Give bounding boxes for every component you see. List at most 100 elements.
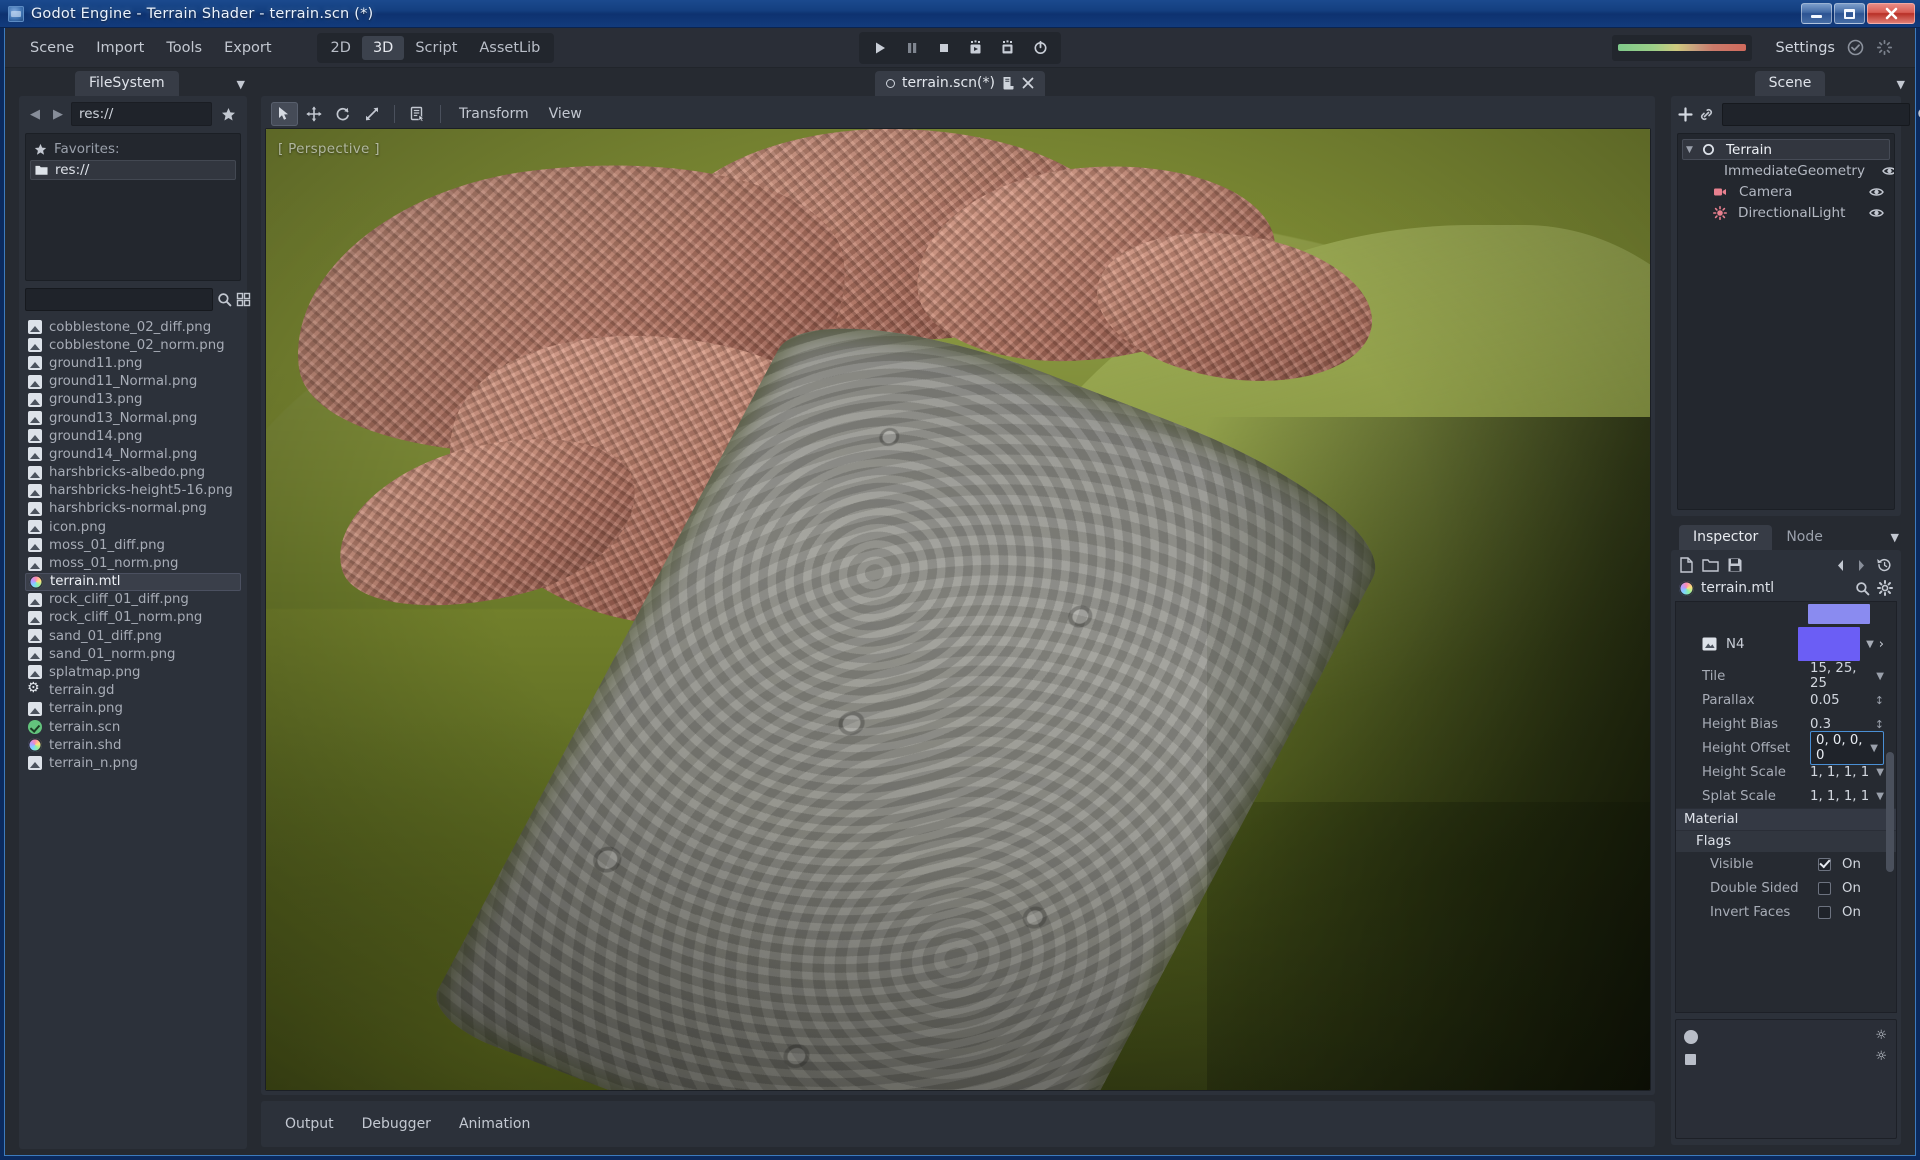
menu-import[interactable]: Import (85, 35, 155, 61)
add-node-button[interactable] (1677, 102, 1694, 126)
new-file-icon[interactable] (1679, 557, 1694, 573)
mode-button-assetlib[interactable]: AssetLib (468, 36, 551, 60)
cube-preview-icon[interactable] (1685, 1054, 1696, 1065)
flag-row[interactable]: Double Sided On (1676, 876, 1896, 900)
bottom-tab-debugger[interactable]: Debugger (350, 1110, 443, 1138)
texture-slot-dropdown-icon[interactable]: ▼ (1866, 639, 1874, 650)
file-list-item[interactable]: cobblestone_02_norm.png (25, 336, 241, 354)
bottom-tab-animation[interactable]: Animation (447, 1110, 542, 1138)
texture-slot-row[interactable]: N4 ▼ › (1676, 624, 1896, 664)
property-value[interactable]: 1, 1, 1, 1 ▼ (1810, 765, 1884, 780)
gear-icon[interactable] (1877, 580, 1893, 596)
visibility-toggle-icon[interactable] (1882, 165, 1895, 177)
property-section-header[interactable]: Flags (1676, 830, 1896, 852)
file-list-item[interactable]: sand_01_norm.png (25, 645, 241, 663)
select-tool[interactable] (271, 102, 298, 126)
spinner-icon[interactable]: ↕ (1875, 694, 1884, 707)
file-list-item[interactable]: moss_01_diff.png (25, 536, 241, 554)
file-list-item[interactable]: terrain_n.png (25, 754, 241, 772)
chevron-left-icon[interactable] (1834, 558, 1847, 573)
file-list-item[interactable]: cobblestone_02_diff.png (25, 318, 241, 336)
texture-slot-swatch[interactable] (1798, 627, 1861, 661)
file-list-item[interactable]: terrain.gd (25, 681, 241, 700)
property-row[interactable]: Height Offset 0, 0, 0, 0 ▼ (1676, 731, 1896, 765)
maximize-button[interactable] (1834, 3, 1865, 24)
property-value[interactable]: 15, 25, 25 ▼ (1810, 661, 1884, 691)
file-list-item[interactable]: ground11_Normal.png (25, 373, 241, 391)
property-row[interactable]: Tile 15, 25, 25 ▼ (1676, 661, 1896, 691)
scene-tab-terrain[interactable]: terrain.scn(*) (875, 71, 1045, 96)
visibility-toggle-icon[interactable] (1869, 207, 1884, 219)
inspector-scrollbar[interactable] (1886, 752, 1894, 872)
spinner-icon[interactable]: ↕ (1875, 718, 1884, 731)
file-list-item[interactable]: rock_cliff_01_diff.png (25, 591, 241, 609)
dropdown-arrow-icon[interactable]: ▼ (1876, 791, 1884, 802)
expand-caret-icon[interactable]: ▼ (1686, 145, 1696, 155)
stop-button[interactable] (929, 35, 959, 61)
snap-tool[interactable] (404, 102, 431, 126)
file-list-item[interactable]: terrain.mtl (25, 572, 241, 591)
visibility-toggle-icon[interactable] (1869, 186, 1884, 198)
move-tool[interactable] (300, 102, 327, 126)
script-icon[interactable] (1002, 76, 1015, 90)
search-button[interactable] (217, 288, 232, 311)
search-icon[interactable] (1855, 581, 1870, 596)
dock-menu-icon[interactable]: ▼ (237, 78, 245, 91)
scene-tree-node[interactable]: ImmediateGeometry (1682, 160, 1894, 181)
play-button[interactable] (865, 35, 895, 61)
light-toggle-icon[interactable]: ☼ (1875, 1050, 1887, 1063)
dropdown-arrow-icon[interactable]: ▼ (1876, 671, 1884, 682)
minimize-button[interactable] (1801, 3, 1832, 24)
favorite-toggle-button[interactable] (215, 102, 241, 126)
flag-row[interactable]: Invert Faces On (1676, 900, 1896, 924)
dock-menu-icon[interactable]: ▼ (1891, 531, 1899, 544)
scene-tree-node[interactable]: DirectionalLight (1682, 202, 1890, 223)
file-list-item[interactable]: icon.png (25, 518, 241, 536)
flag-row[interactable]: Visible On (1676, 852, 1896, 876)
file-list-item[interactable]: ground13.png (25, 391, 241, 409)
viewport-menu-transform[interactable]: Transform (450, 102, 538, 126)
tab-node[interactable]: Node (1772, 525, 1837, 550)
property-value[interactable]: 0, 0, 0, 0 ▼ (1810, 731, 1884, 765)
settings-button[interactable]: Settings (1776, 40, 1835, 56)
texture-swatch-previous[interactable] (1808, 604, 1870, 624)
file-list-item[interactable]: ground14.png (25, 427, 241, 445)
property-value[interactable]: 0.05 ↕ (1810, 693, 1884, 708)
play-custom-scene-button[interactable] (993, 35, 1023, 61)
menu-scene[interactable]: Scene (19, 35, 85, 61)
menu-tools[interactable]: Tools (155, 35, 213, 61)
history-clock-icon[interactable] (1876, 557, 1893, 573)
tab-scene[interactable]: Scene (1754, 71, 1826, 96)
search-input[interactable] (25, 288, 213, 311)
tab-filesystem[interactable]: FileSystem (75, 71, 179, 96)
node-visibility-button[interactable] (1869, 207, 1884, 219)
inspector-property-list[interactable]: N4 ▼ › Tile 15, 25, 25 ▼ Parallax 0.05 ↕ Heigh… (1675, 601, 1897, 1013)
node-visibility-button[interactable] (1869, 186, 1884, 198)
property-row[interactable]: Height Scale 1, 1, 1, 1 ▼ (1676, 760, 1896, 784)
dropdown-arrow-icon[interactable]: ▼ (1876, 767, 1884, 778)
link-instance-button[interactable] (1698, 102, 1715, 126)
sphere-preview-icon[interactable] (1684, 1030, 1698, 1044)
node-filter-input[interactable] (1722, 102, 1910, 126)
file-list-item[interactable]: splatmap.png (25, 663, 241, 681)
file-list-item[interactable]: terrain.png (25, 700, 241, 718)
file-list-item[interactable]: harshbricks-albedo.png (25, 464, 241, 482)
scale-tool[interactable] (358, 102, 385, 126)
flag-control[interactable]: On (1818, 881, 1884, 896)
file-list-item[interactable]: harshbricks-normal.png (25, 500, 241, 518)
play-scene-button[interactable] (961, 35, 991, 61)
node-visibility-button[interactable] (1882, 165, 1895, 177)
close-icon[interactable] (1022, 77, 1034, 89)
toggle-file-list-display-button[interactable] (236, 288, 251, 311)
rotate-tool[interactable] (329, 102, 356, 126)
file-list-item[interactable]: ground14_Normal.png (25, 445, 241, 463)
flag-control[interactable]: On (1818, 857, 1884, 872)
file-list-item[interactable]: moss_01_norm.png (25, 554, 241, 572)
flag-checkbox[interactable] (1818, 905, 1831, 919)
pause-button[interactable] (897, 35, 927, 61)
material-preview[interactable]: ☼ ☼ (1675, 1019, 1897, 1139)
3d-viewport[interactable]: [ Perspective ] (265, 128, 1651, 1091)
tab-inspector[interactable]: Inspector (1679, 525, 1773, 550)
chevron-right-icon[interactable] (1855, 558, 1868, 573)
mode-button-3d[interactable]: 3D (361, 35, 405, 60)
